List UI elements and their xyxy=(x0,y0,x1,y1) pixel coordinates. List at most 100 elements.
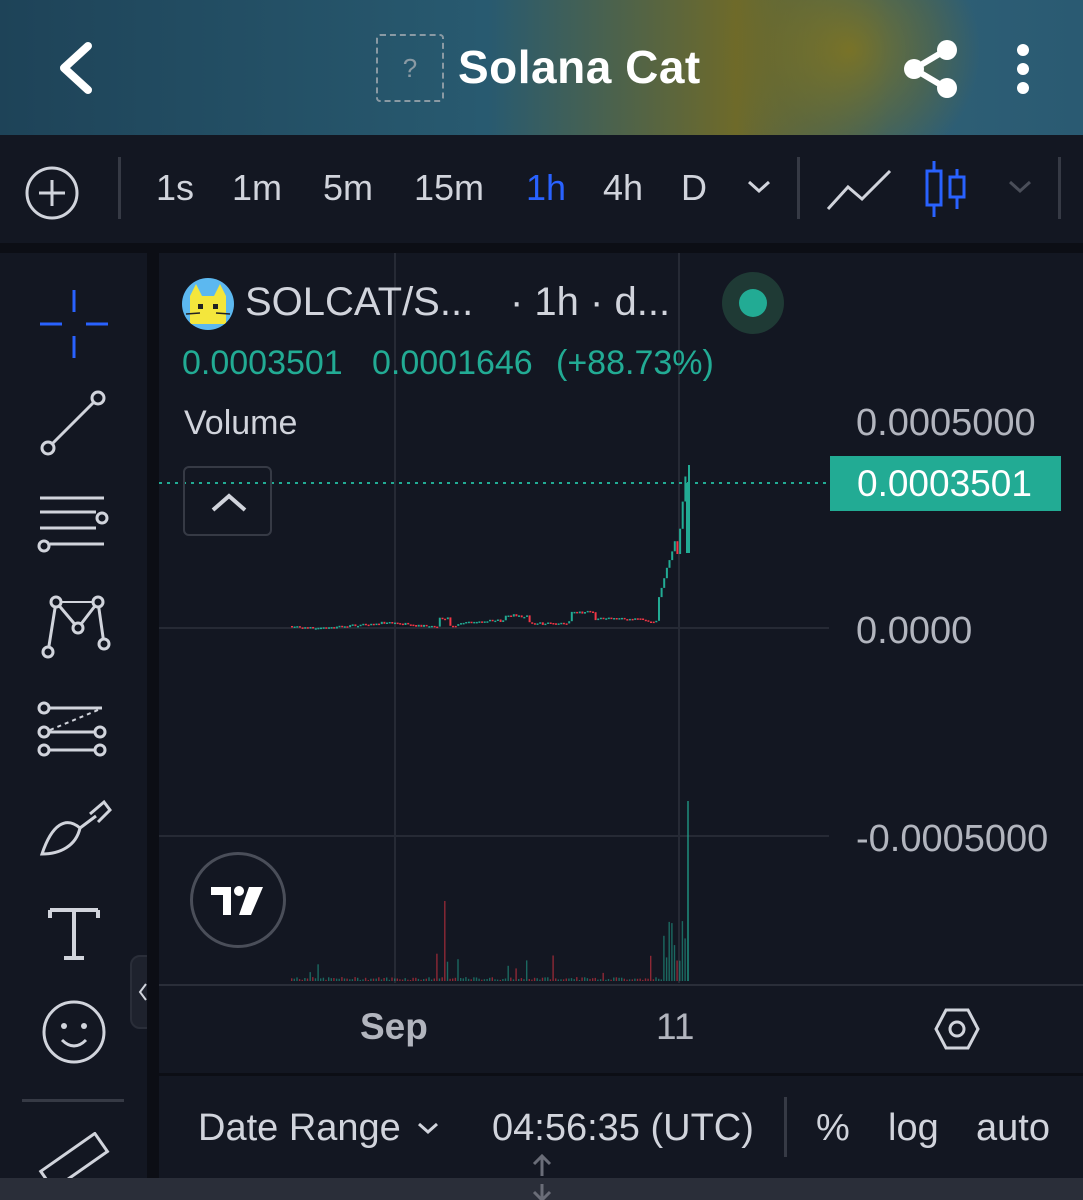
chevron-down-icon[interactable] xyxy=(744,177,774,197)
interval-info: · 1h · d... xyxy=(510,280,671,324)
candle xyxy=(425,624,428,627)
candle xyxy=(570,611,573,622)
candle xyxy=(565,623,568,625)
add-circle-icon[interactable] xyxy=(24,165,80,221)
candle xyxy=(317,627,320,630)
date-range-button[interactable]: Date Range xyxy=(198,1107,401,1150)
fib-icon[interactable] xyxy=(36,692,112,768)
candle xyxy=(349,625,352,628)
interval-1s[interactable]: 1s xyxy=(156,167,194,209)
volume-bar xyxy=(328,977,330,981)
volume-bar xyxy=(528,979,530,981)
volume-bar xyxy=(462,978,464,981)
market-status[interactable] xyxy=(722,272,784,334)
share-icon[interactable] xyxy=(900,38,962,100)
candle xyxy=(362,623,365,626)
token-placeholder-icon: ? xyxy=(376,34,444,102)
candle xyxy=(510,615,513,617)
candle xyxy=(460,623,462,625)
volume-bar xyxy=(631,979,633,981)
volume-bar xyxy=(430,979,433,981)
log-toggle[interactable]: log xyxy=(888,1107,939,1150)
volume-bar xyxy=(322,977,325,981)
bottom-separator xyxy=(784,1097,787,1157)
candles-icon[interactable] xyxy=(922,159,968,219)
candle xyxy=(396,622,399,625)
price-tick: -0.0005000 xyxy=(856,818,1049,860)
volume-bars xyxy=(291,801,689,981)
volume-bar xyxy=(325,979,327,981)
interval-4h[interactable]: 4h xyxy=(603,167,643,209)
candle xyxy=(589,610,592,613)
brush-icon[interactable] xyxy=(36,794,112,870)
trend-line-icon[interactable] xyxy=(36,386,112,462)
utc-clock[interactable]: 04:56:35 (UTC) xyxy=(492,1107,754,1150)
candle xyxy=(433,625,436,628)
volume-bar xyxy=(309,972,311,981)
candle xyxy=(631,618,634,621)
interval-15m[interactable]: 15m xyxy=(414,167,484,209)
back-arrow-icon[interactable] xyxy=(48,38,108,98)
chevron-down-icon[interactable] xyxy=(414,1120,442,1138)
volume-bar xyxy=(504,978,507,981)
volume-bar xyxy=(491,977,493,981)
text-icon[interactable] xyxy=(36,896,112,972)
candle xyxy=(642,618,645,620)
candle xyxy=(552,623,555,625)
hexagon-settings-icon[interactable] xyxy=(934,1006,980,1052)
candle xyxy=(441,617,444,620)
interval-d[interactable]: D xyxy=(681,167,707,209)
volume-bar xyxy=(668,921,670,981)
volume-bar xyxy=(684,938,686,981)
ruler-icon[interactable] xyxy=(36,1132,112,1178)
candle xyxy=(621,617,623,620)
volume-bar xyxy=(562,979,565,981)
pattern-icon[interactable] xyxy=(36,588,112,664)
more-vertical-icon[interactable] xyxy=(1008,44,1038,94)
volume-bar xyxy=(306,978,309,981)
volume-bar xyxy=(526,960,528,981)
volume-bar xyxy=(415,977,417,981)
volume-bar xyxy=(473,977,475,981)
candle xyxy=(594,612,597,621)
interval-5m[interactable]: 5m xyxy=(323,167,373,209)
volume-bar xyxy=(676,960,678,981)
candle xyxy=(351,624,354,626)
interval-1h[interactable]: 1h xyxy=(526,167,566,209)
symbol-label[interactable]: SOLCAT/S... xyxy=(245,280,473,325)
candle xyxy=(354,624,357,627)
emoji-icon[interactable] xyxy=(36,994,112,1070)
candle xyxy=(423,624,425,627)
volume-bar xyxy=(581,977,583,981)
tradingview-logo-icon[interactable] xyxy=(190,852,286,948)
crosshair-icon[interactable] xyxy=(36,286,112,362)
volume-bar xyxy=(412,977,414,981)
line-chart-icon[interactable] xyxy=(826,165,892,215)
collapse-legend-button[interactable] xyxy=(183,466,272,536)
candle xyxy=(452,625,454,628)
volume-bar xyxy=(613,977,615,981)
volume-bar xyxy=(341,977,343,981)
volume-bar xyxy=(359,979,361,981)
volume-bar xyxy=(357,977,359,981)
volume-bar xyxy=(407,979,409,981)
candle xyxy=(533,623,536,625)
volume-bar xyxy=(383,978,385,981)
volume-bar xyxy=(599,979,602,981)
percent-toggle[interactable]: % xyxy=(816,1107,850,1150)
candle xyxy=(531,622,534,624)
volume-bar xyxy=(441,977,443,981)
candle xyxy=(576,611,579,614)
candle xyxy=(652,621,655,624)
candle xyxy=(391,622,394,624)
interval-1m[interactable]: 1m xyxy=(232,167,282,209)
parallel-lines-icon[interactable] xyxy=(36,488,112,564)
resize-handle-icon[interactable] xyxy=(528,1150,556,1200)
auto-toggle[interactable]: auto xyxy=(976,1107,1050,1150)
candle xyxy=(586,610,589,613)
chevron-down-icon[interactable] xyxy=(1005,177,1035,197)
toolbar-separator xyxy=(118,157,121,219)
volume-bar xyxy=(465,977,467,981)
candle xyxy=(626,619,629,621)
candle xyxy=(647,620,650,622)
